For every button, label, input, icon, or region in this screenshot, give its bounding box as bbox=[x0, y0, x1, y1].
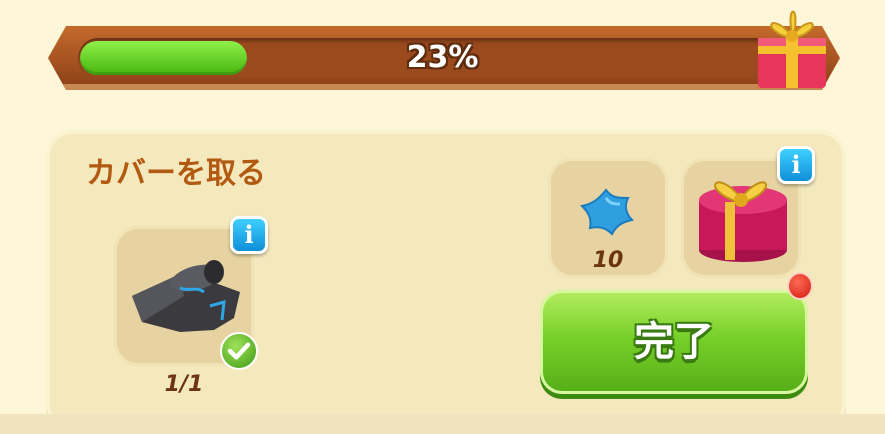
gift-box-icon[interactable] bbox=[750, 0, 834, 92]
complete-button[interactable]: 完了 bbox=[540, 290, 808, 394]
info-icon[interactable]: i bbox=[777, 146, 815, 184]
bottom-strip bbox=[0, 414, 885, 434]
requirement-count: 1/1 bbox=[164, 372, 204, 397]
info-icon[interactable]: i bbox=[230, 216, 268, 254]
notification-dot bbox=[787, 272, 813, 300]
checkmark-icon bbox=[220, 332, 258, 370]
task-title: カバーを取る bbox=[86, 156, 266, 191]
reward-count-star: 10 bbox=[592, 248, 624, 273]
